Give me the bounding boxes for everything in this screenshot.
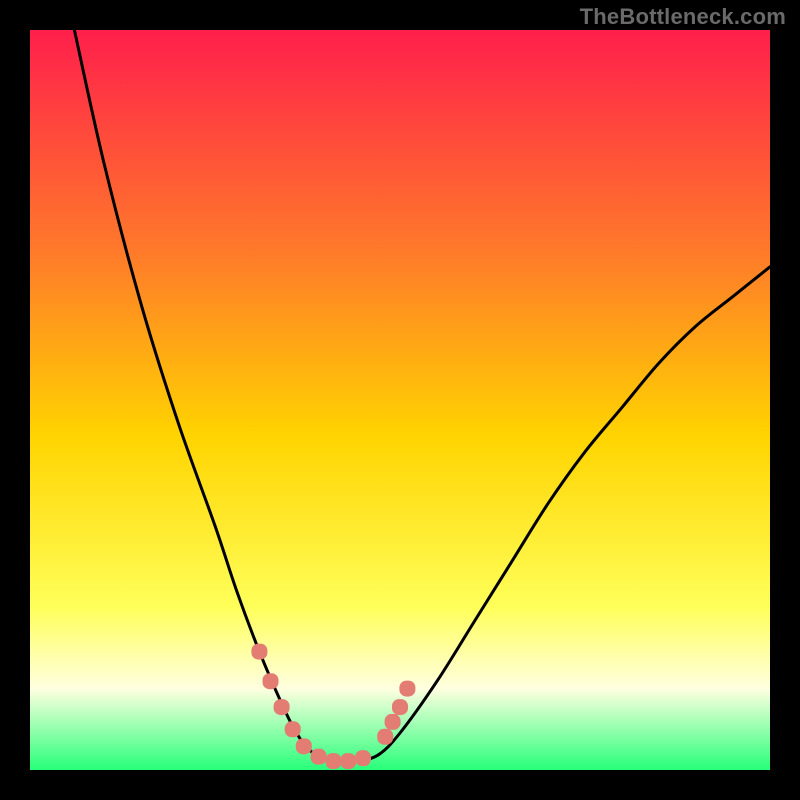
- curve-marker: [296, 738, 312, 754]
- curve-marker: [399, 681, 415, 697]
- curve-marker: [251, 644, 267, 660]
- curve-marker: [263, 673, 279, 689]
- curve-marker: [274, 699, 290, 715]
- curve-marker: [285, 721, 301, 737]
- curve-markers: [251, 644, 415, 770]
- plot-area: [30, 30, 770, 770]
- curve-marker: [377, 729, 393, 745]
- bottleneck-curve: [74, 30, 770, 762]
- curve-marker: [392, 699, 408, 715]
- curve-marker: [385, 714, 401, 730]
- chart-frame: TheBottleneck.com: [0, 0, 800, 800]
- curve-marker: [340, 753, 356, 769]
- curve-marker: [311, 749, 327, 765]
- chart-curve-layer: [30, 30, 770, 770]
- watermark-text: TheBottleneck.com: [580, 4, 786, 30]
- curve-marker: [325, 753, 341, 769]
- curve-marker: [355, 750, 371, 766]
